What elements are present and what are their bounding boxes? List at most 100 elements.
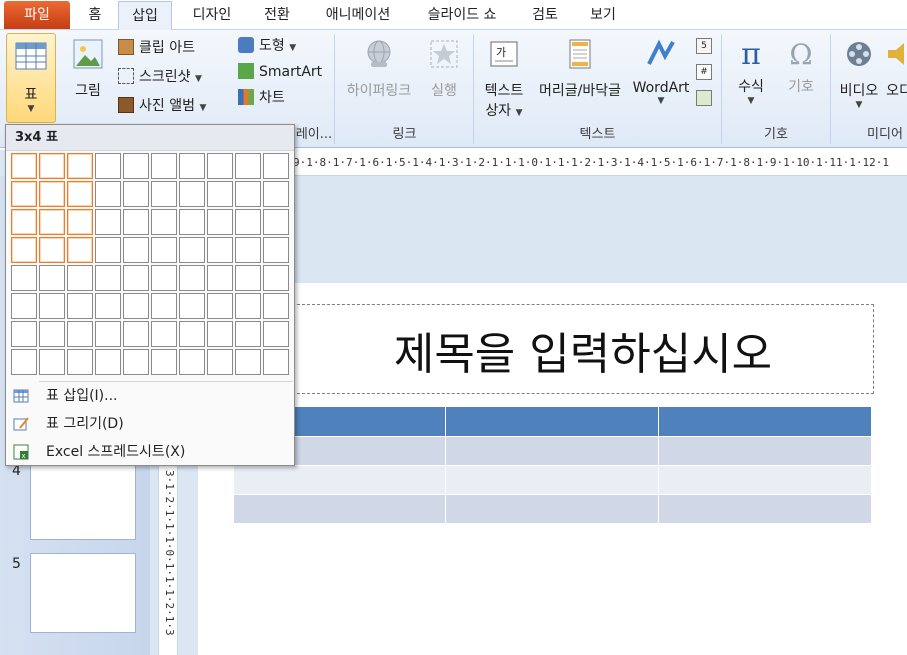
grid-cell[interactable] — [67, 153, 93, 179]
tab-view[interactable]: 보기 — [578, 0, 628, 30]
grid-cell[interactable] — [179, 349, 205, 375]
tab-insert[interactable]: 삽입 — [118, 1, 172, 31]
grid-cell[interactable] — [263, 265, 289, 291]
grid-cell[interactable] — [235, 209, 261, 235]
grid-cell[interactable] — [179, 321, 205, 347]
shapes-button[interactable]: 도형 ▼ — [238, 34, 296, 58]
object-icon[interactable] — [696, 90, 712, 106]
grid-cell[interactable] — [11, 349, 37, 375]
table-cell[interactable] — [445, 494, 660, 524]
grid-cell[interactable] — [123, 153, 149, 179]
grid-cell[interactable] — [39, 349, 65, 375]
grid-cell[interactable] — [151, 321, 177, 347]
grid-cell[interactable] — [151, 265, 177, 291]
grid-cell[interactable] — [179, 181, 205, 207]
grid-cell[interactable] — [11, 321, 37, 347]
grid-cell[interactable] — [179, 265, 205, 291]
grid-cell[interactable] — [263, 321, 289, 347]
wordart-button[interactable]: WordArt ▼ — [630, 34, 692, 106]
grid-cell[interactable] — [11, 237, 37, 263]
grid-cell[interactable] — [67, 321, 93, 347]
grid-cell[interactable] — [207, 209, 233, 235]
tab-home[interactable]: 홈 — [80, 0, 110, 30]
tab-review[interactable]: 검토 — [520, 0, 570, 30]
grid-cell[interactable] — [123, 181, 149, 207]
action-button[interactable]: 실행 — [422, 34, 466, 100]
grid-cell[interactable] — [207, 153, 233, 179]
grid-cell[interactable] — [207, 349, 233, 375]
grid-cell[interactable] — [39, 209, 65, 235]
grid-cell[interactable] — [39, 265, 65, 291]
grid-cell[interactable] — [11, 265, 37, 291]
grid-cell[interactable] — [95, 321, 121, 347]
grid-cell[interactable] — [95, 349, 121, 375]
video-button[interactable]: 비디오 ▼ — [836, 34, 882, 110]
grid-cell[interactable] — [67, 293, 93, 319]
textbox-button[interactable]: 가 텍스트 상자 ▼ — [478, 34, 530, 120]
grid-cell[interactable] — [235, 265, 261, 291]
table-cell[interactable] — [658, 436, 872, 466]
slide-table[interactable] — [234, 407, 872, 524]
grid-cell[interactable] — [39, 181, 65, 207]
slide-title[interactable]: 제목을 입력하십시오 — [292, 318, 874, 382]
chart-button[interactable]: 차트 — [238, 86, 285, 110]
photo-album-button[interactable]: 사진 앨범 ▼ — [118, 94, 206, 118]
grid-cell[interactable] — [151, 153, 177, 179]
tab-design[interactable]: 디자인 — [182, 0, 242, 30]
table-cell[interactable] — [234, 494, 447, 524]
equation-button[interactable]: π 수식 ▼ — [728, 34, 774, 106]
grid-cell[interactable] — [123, 293, 149, 319]
grid-cell[interactable] — [179, 209, 205, 235]
grid-cell[interactable] — [235, 237, 261, 263]
grid-cell[interactable] — [11, 209, 37, 235]
grid-cell[interactable] — [123, 321, 149, 347]
table-cell[interactable] — [445, 436, 660, 466]
insert-table-menu-item[interactable]: 표 삽입(I)... — [6, 383, 294, 409]
audio-button[interactable]: 오디 — [884, 34, 907, 100]
grid-cell[interactable] — [39, 237, 65, 263]
grid-cell[interactable] — [123, 209, 149, 235]
grid-cell[interactable] — [235, 321, 261, 347]
grid-cell[interactable] — [67, 237, 93, 263]
draw-table-menu-item[interactable]: 표 그리기(D) — [6, 411, 294, 437]
table-button[interactable]: 표 ▼ — [6, 33, 56, 123]
grid-cell[interactable] — [123, 349, 149, 375]
slide-number-icon[interactable]: # — [696, 64, 712, 80]
grid-cell[interactable] — [39, 321, 65, 347]
grid-cell[interactable] — [207, 181, 233, 207]
tab-transitions[interactable]: 전환 — [252, 0, 302, 30]
table-cell[interactable] — [658, 494, 872, 524]
grid-cell[interactable] — [207, 237, 233, 263]
table-cell[interactable] — [234, 465, 447, 495]
grid-cell[interactable] — [263, 209, 289, 235]
grid-cell[interactable] — [263, 349, 289, 375]
header-footer-button[interactable]: 머리글/바닥글 — [532, 34, 628, 100]
grid-cell[interactable] — [151, 293, 177, 319]
grid-cell[interactable] — [67, 209, 93, 235]
grid-cell[interactable] — [39, 293, 65, 319]
grid-cell[interactable] — [263, 153, 289, 179]
grid-cell[interactable] — [207, 293, 233, 319]
symbol-button[interactable]: Ω 기호 — [778, 34, 824, 96]
grid-cell[interactable] — [179, 293, 205, 319]
slide-thumbnail[interactable] — [30, 462, 136, 540]
smartart-button[interactable]: SmartArt — [238, 60, 322, 84]
grid-cell[interactable] — [95, 153, 121, 179]
grid-cell[interactable] — [263, 293, 289, 319]
grid-cell[interactable] — [179, 153, 205, 179]
grid-cell[interactable] — [11, 153, 37, 179]
table-cell[interactable] — [658, 407, 872, 437]
screenshot-button[interactable]: 스크린샷 ▼ — [118, 65, 202, 89]
grid-cell[interactable] — [179, 237, 205, 263]
grid-cell[interactable] — [151, 349, 177, 375]
grid-cell[interactable] — [235, 293, 261, 319]
grid-cell[interactable] — [11, 181, 37, 207]
grid-cell[interactable] — [235, 349, 261, 375]
grid-cell[interactable] — [151, 209, 177, 235]
picture-button[interactable]: 그림 — [64, 34, 112, 100]
grid-cell[interactable] — [207, 265, 233, 291]
table-cell[interactable] — [445, 407, 660, 437]
grid-cell[interactable] — [151, 181, 177, 207]
grid-cell[interactable] — [67, 349, 93, 375]
grid-cell[interactable] — [67, 265, 93, 291]
